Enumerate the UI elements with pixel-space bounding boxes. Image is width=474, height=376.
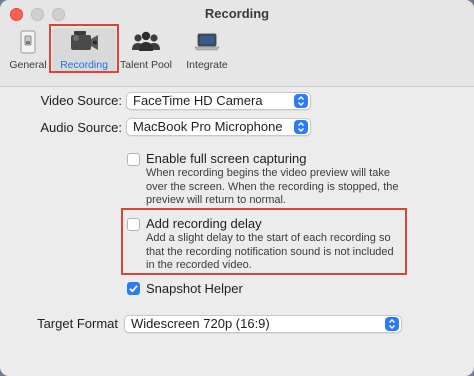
target-format-select[interactable]: Widescreen 720p (16:9): [124, 315, 402, 333]
recording-delay-checkbox[interactable]: [127, 218, 140, 231]
people-icon: [130, 28, 162, 56]
tab-general[interactable]: General: [6, 28, 50, 74]
tab-recording-label: Recording: [60, 59, 108, 71]
tab-recording[interactable]: Recording: [52, 28, 116, 74]
fullscreen-description: When recording begins the video preview …: [146, 167, 399, 206]
tab-talent-pool-label: Talent Pool: [120, 59, 172, 71]
tab-integrate[interactable]: Integrate: [182, 28, 232, 74]
tab-integrate-label: Integrate: [186, 59, 228, 71]
video-source-label: Video Source:: [40, 93, 122, 108]
tab-general-label: General: [9, 59, 47, 71]
chevron-updown-icon: [294, 94, 308, 108]
video-source-select[interactable]: FaceTime HD Camera: [126, 92, 311, 110]
audio-source-label: Audio Source:: [40, 120, 122, 135]
snapshot-helper-checkbox[interactable]: [127, 282, 140, 295]
preferences-window: Recording General Recording Talent Pool …: [0, 0, 474, 376]
snapshot-helper-label: Snapshot Helper: [146, 281, 243, 296]
laptop-icon: [192, 28, 222, 56]
switch-icon: [19, 28, 37, 56]
target-format-value: Widescreen 720p (16:9): [131, 316, 270, 331]
camcorder-icon: [67, 28, 101, 56]
chevron-updown-icon: [294, 120, 308, 134]
tab-talent-pool[interactable]: Talent Pool: [118, 28, 174, 74]
toolbar: Recording General Recording Talent Pool …: [0, 0, 474, 87]
checkmark-icon: [129, 285, 138, 293]
target-format-label: Target Format: [37, 316, 118, 331]
video-source-value: FaceTime HD Camera: [133, 93, 263, 108]
audio-source-value: MacBook Pro Microphone: [133, 119, 283, 134]
recording-delay-description: Add a slight delay to the start of each …: [146, 232, 394, 271]
chevron-updown-icon: [385, 317, 399, 331]
fullscreen-checkbox[interactable]: [127, 153, 140, 166]
window-title: Recording: [204, 6, 270, 21]
recording-delay-label: Add recording delay: [146, 216, 262, 231]
audio-source-select[interactable]: MacBook Pro Microphone: [126, 118, 311, 136]
fullscreen-label: Enable full screen capturing: [146, 151, 307, 166]
